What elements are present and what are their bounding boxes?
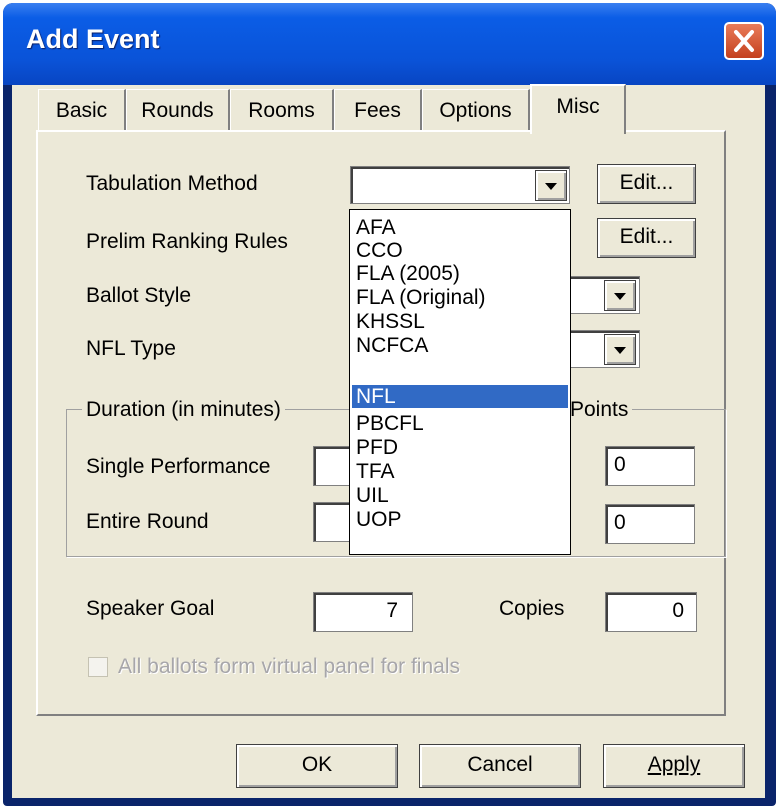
apply-button[interactable]: Apply xyxy=(603,744,745,788)
ballot-style-label: Ballot Style xyxy=(86,284,192,307)
tab-rounds[interactable]: Rounds xyxy=(126,89,230,131)
copies-input[interactable]: 0 xyxy=(605,592,697,632)
list-item[interactable]: AFA xyxy=(352,216,568,239)
list-item[interactable]: KHSSL xyxy=(352,310,568,333)
tab-options[interactable]: Options xyxy=(422,89,530,131)
list-item[interactable]: TFA xyxy=(352,460,568,483)
virtual-panel-label: All ballots form virtual panel for final… xyxy=(118,655,460,678)
duration-legend: Duration (in minutes) xyxy=(82,398,285,422)
list-item[interactable]: PFD xyxy=(352,436,568,459)
speaker-goal-label: Speaker Goal xyxy=(86,597,215,620)
tabulation-method-dropdown-list: AFA CCO FLA (2005) FLA (Original) KHSSL … xyxy=(349,209,571,555)
ballot-style-dropdown-button[interactable] xyxy=(604,280,636,311)
tabulation-method-label: Tabulation Method xyxy=(86,172,258,195)
prelim-ranking-rules-label: Prelim Ranking Rules xyxy=(86,230,288,253)
copies-value: 0 xyxy=(672,599,684,622)
list-item[interactable]: CCO xyxy=(352,239,568,262)
nfl-type-label: NFL Type xyxy=(86,337,176,360)
tab-basic[interactable]: Basic xyxy=(38,89,126,131)
tab-rooms[interactable]: Rooms xyxy=(230,89,334,131)
chevron-down-icon xyxy=(614,347,626,354)
points-value-1: 0 xyxy=(614,453,626,476)
tab-fees[interactable]: Fees xyxy=(334,89,422,131)
points-input-2[interactable]: 0 xyxy=(605,504,695,544)
nfl-type-dropdown-button[interactable] xyxy=(604,334,636,365)
tabulation-edit-button[interactable]: Edit... xyxy=(597,164,696,204)
virtual-panel-checkbox[interactable] xyxy=(88,657,108,677)
prelim-ranking-edit-button[interactable]: Edit... xyxy=(597,218,696,258)
speaker-goal-value: 7 xyxy=(386,599,398,622)
list-item[interactable]: NCFCA xyxy=(352,334,568,357)
close-icon xyxy=(734,30,754,52)
list-item[interactable]: PBCFL xyxy=(352,412,568,435)
cancel-button[interactable]: Cancel xyxy=(419,744,581,788)
points-input-1[interactable]: 0 xyxy=(605,446,695,486)
points-value-2: 0 xyxy=(614,511,626,534)
close-button[interactable] xyxy=(724,22,764,60)
list-item[interactable]: UOP xyxy=(352,508,568,531)
chevron-down-icon xyxy=(545,183,557,190)
single-performance-label: Single Performance xyxy=(86,455,271,478)
list-item[interactable]: FLA (2005) xyxy=(352,262,568,285)
list-item-selected[interactable]: NFL xyxy=(352,385,568,408)
tabulation-method-dropdown-button[interactable] xyxy=(535,170,567,201)
speaker-goal-input[interactable]: 7 xyxy=(313,592,413,632)
points-legend: Points xyxy=(566,398,633,422)
list-item[interactable]: FLA (Original) xyxy=(352,286,568,309)
copies-label: Copies xyxy=(499,597,565,620)
window-title: Add Event xyxy=(26,24,160,54)
tab-misc[interactable]: Misc xyxy=(530,84,626,134)
entire-round-label: Entire Round xyxy=(86,510,209,533)
ok-button[interactable]: OK xyxy=(236,744,398,788)
list-item[interactable]: UIL xyxy=(352,484,568,507)
chevron-down-icon xyxy=(614,293,626,300)
